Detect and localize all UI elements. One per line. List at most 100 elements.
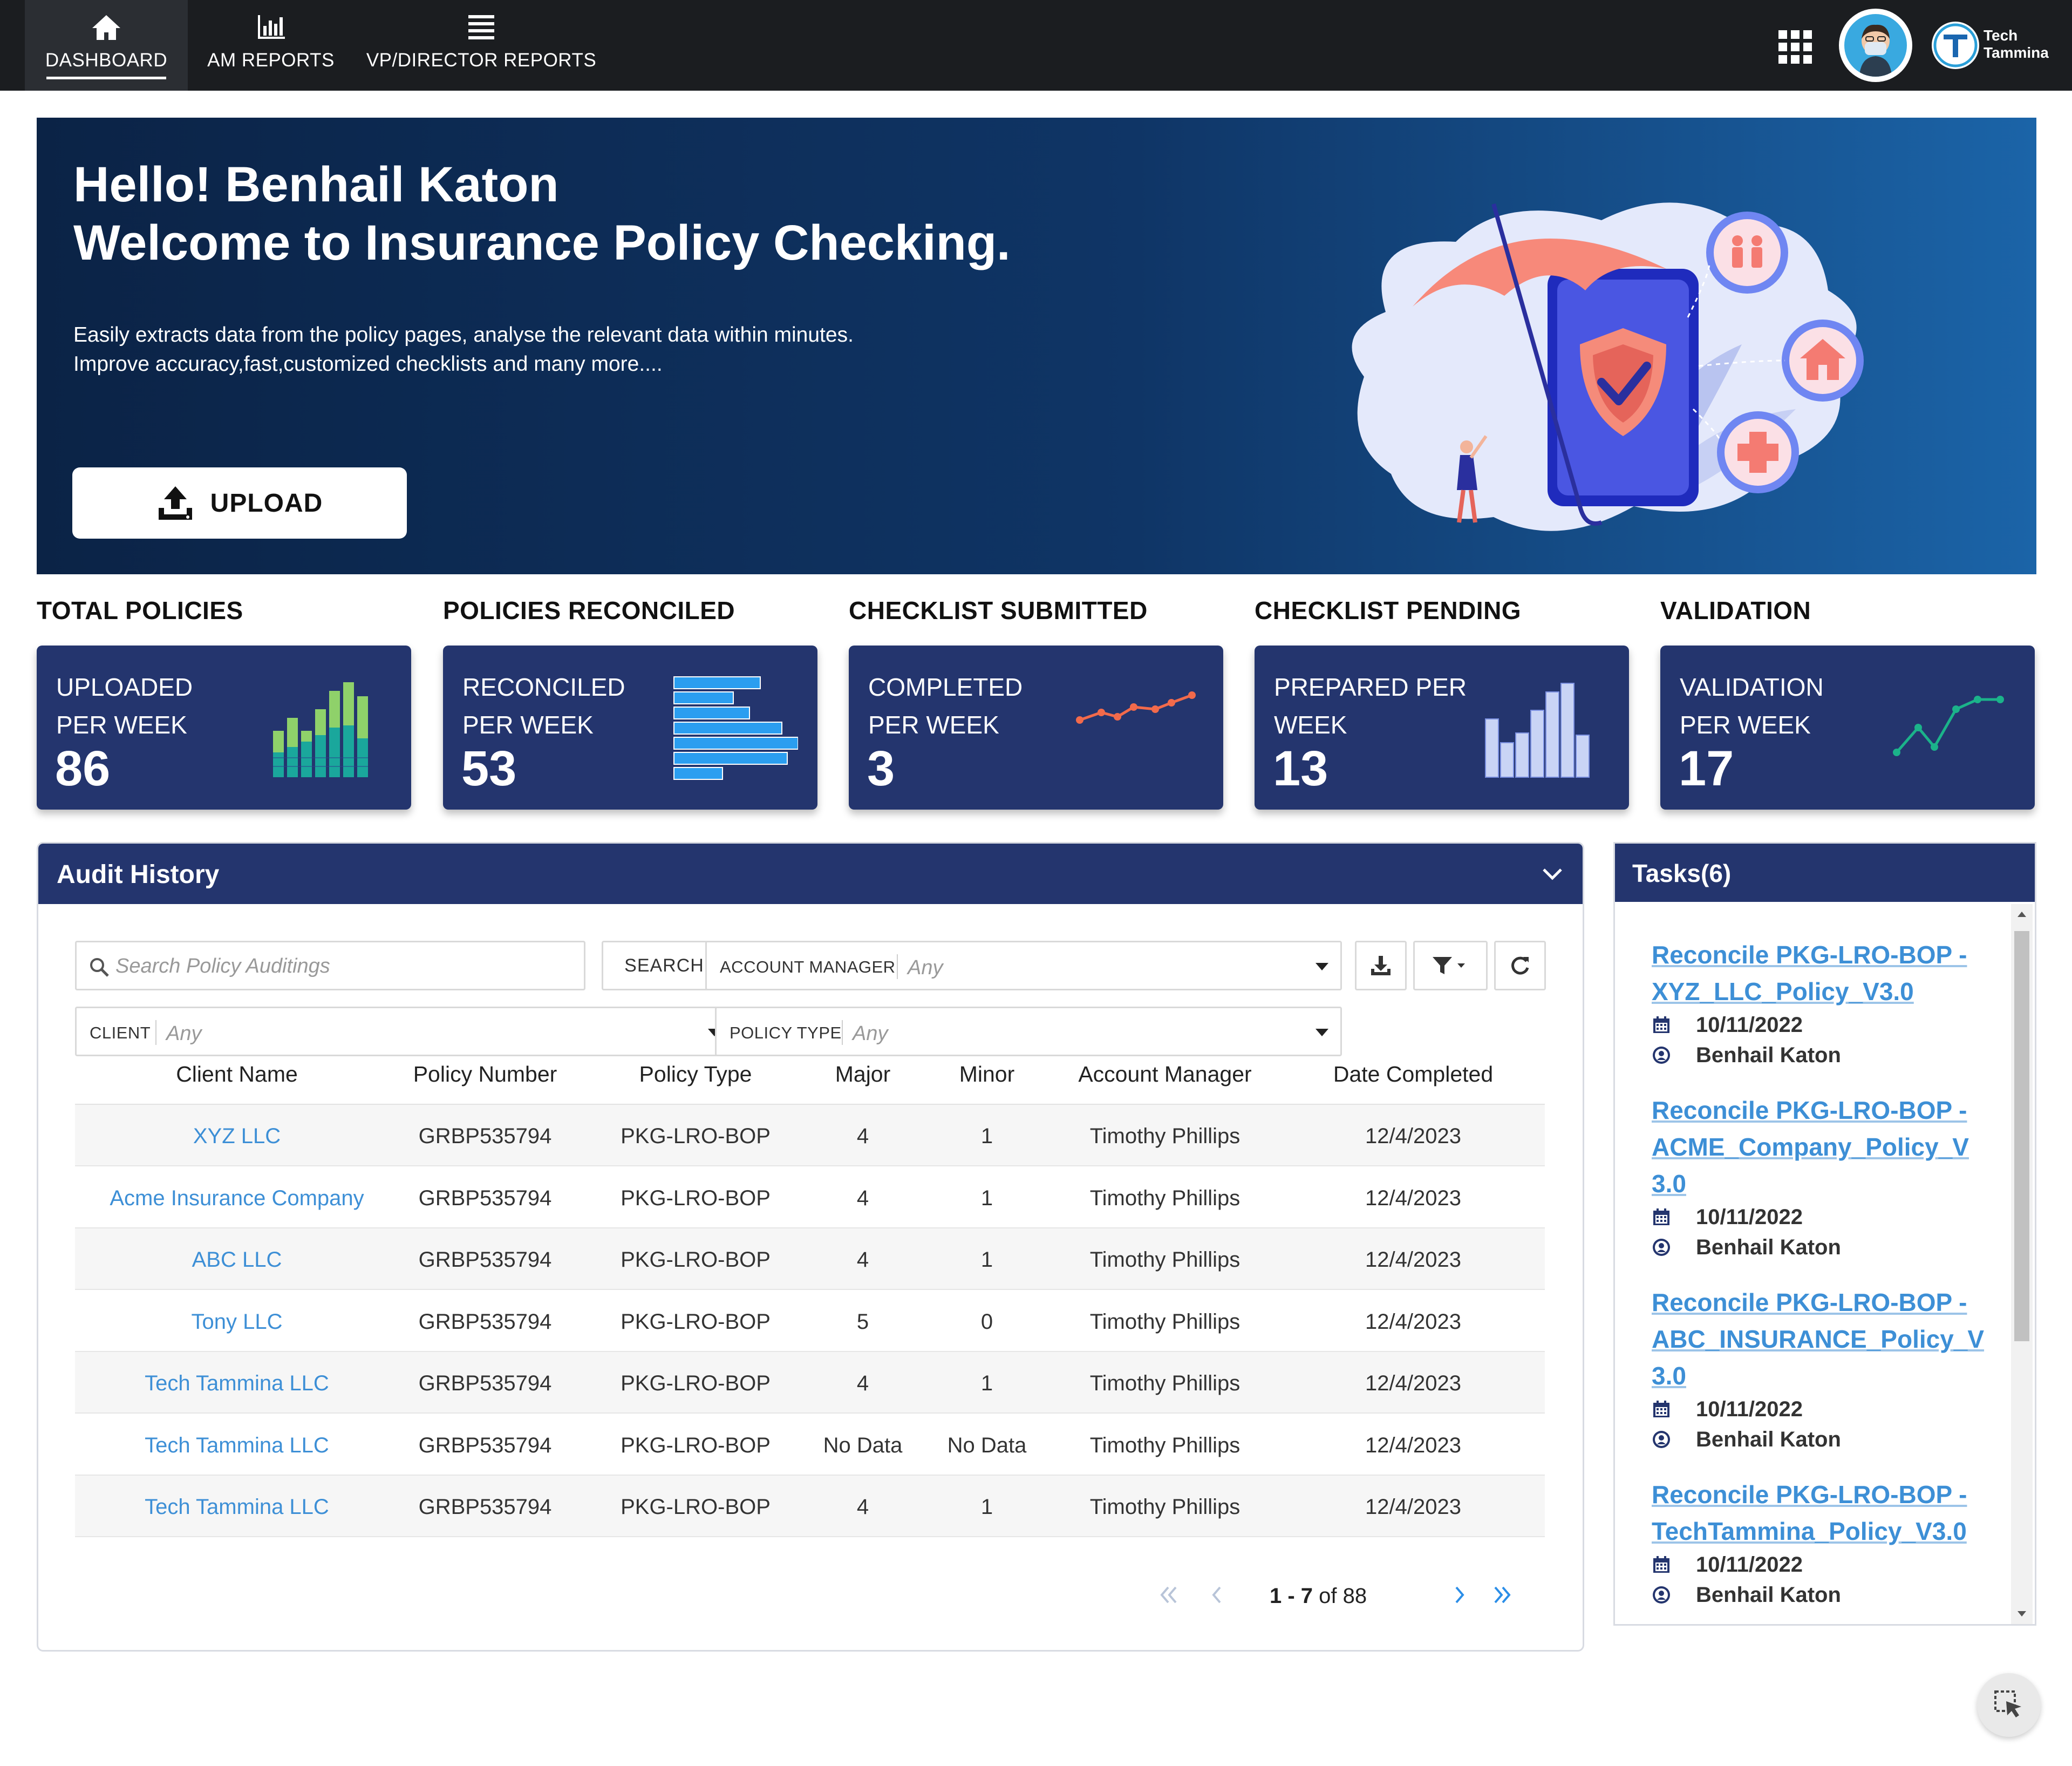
- search-policy-field[interactable]: [75, 941, 585, 990]
- table-row[interactable]: Tech Tammina LLC GRBP535794 PKG-LRO-BOP 4 1 T…: [75, 1352, 1545, 1414]
- task-date: 10/11/2022: [1696, 1397, 1803, 1421]
- tasks-panel: Tasks(6) Reconcile PKG-LRO-BOP - XYZ_LLC…: [1613, 842, 2036, 1626]
- calendar-icon: [1653, 1016, 1669, 1033]
- policy-number-cell: GRBP535794: [418, 1124, 552, 1148]
- policy-number-cell: GRBP535794: [418, 1186, 552, 1210]
- last-page-icon[interactable]: [1490, 1583, 1517, 1607]
- search-input[interactable]: [115, 950, 574, 982]
- client-name-cell[interactable]: XYZ LLC: [97, 1124, 377, 1149]
- policy-number-cell: GRBP535794: [418, 1248, 552, 1272]
- major-cell: 4: [856, 1124, 869, 1148]
- top-nav: DASHBOARD AM REPORTS VP/DIRECTOR REPORTS: [0, 0, 2072, 91]
- task-item: Reconcile PKG-LRO-BOP - TechTammina_Poli…: [1652, 1476, 1986, 1610]
- chevron-down-icon[interactable]: [1541, 862, 1564, 886]
- account-manager-value: Any: [908, 956, 943, 979]
- table-row[interactable]: Tech Tammina LLC GRBP535794 PKG-LRO-BOP 4 1 T…: [75, 1476, 1545, 1537]
- policy-type-cell: PKG-LRO-BOP: [621, 1248, 771, 1272]
- task-link[interactable]: Reconcile PKG-LRO-BOP - XYZ_LLC_Policy_V…: [1652, 936, 1986, 1010]
- task-link[interactable]: Reconcile PKG-LRO-BOP - ABC_INSURANCE_Po…: [1652, 1284, 1986, 1394]
- tasks-title: Tasks(6): [1632, 859, 1732, 887]
- account-manager-cell: Timothy Phillips: [1089, 1309, 1241, 1334]
- stat-card-prepared[interactable]: PREPARED PER WEEK 13: [1255, 646, 1629, 810]
- table-row[interactable]: Tony LLC GRBP535794 PKG-LRO-BOP 5 0 Timothy P…: [75, 1290, 1545, 1352]
- first-page-icon[interactable]: [1156, 1583, 1180, 1607]
- table-row[interactable]: Acme Insurance Company GRBP535794 PKG-LRO-…: [75, 1167, 1545, 1228]
- account-manager-cell: Timothy Phillips: [1089, 1371, 1241, 1395]
- date-completed-cell: 12/4/2023: [1365, 1248, 1461, 1272]
- stat-title-validation: VALIDATION: [1660, 596, 1811, 624]
- line-mini-chart: [1076, 691, 1196, 724]
- calendar-icon: [1653, 1208, 1669, 1225]
- nav-am-reports[interactable]: AM REPORTS: [201, 0, 341, 91]
- stat-label: RECONCILED PER WEEK: [462, 673, 625, 739]
- stat-card-completed[interactable]: COMPLETED PER WEEK 3: [849, 646, 1223, 810]
- logo-mark-icon: [1933, 23, 1978, 67]
- client-name-cell[interactable]: Tech Tammina LLC: [97, 1495, 377, 1519]
- stacked-bars-mini-chart: [273, 682, 368, 777]
- client-label: CLIENT: [90, 1023, 151, 1042]
- nav-dashboard[interactable]: DASHBOARD: [25, 0, 188, 91]
- tasks-scrollbar[interactable]: [2011, 904, 2033, 1624]
- stat-card-reconciled[interactable]: RECONCILED PER WEEK 53: [443, 646, 817, 810]
- previous-page-icon[interactable]: [1205, 1583, 1229, 1607]
- column-header[interactable]: Major: [809, 1062, 917, 1087]
- table-row[interactable]: XYZ LLC GRBP535794 PKG-LRO-BOP 4 1 Timothy Ph…: [75, 1105, 1545, 1166]
- stat-value: 86: [55, 741, 111, 796]
- scrollbar-thumb[interactable]: [2014, 931, 2029, 1341]
- task-link[interactable]: Reconcile PKG-LRO-BOP - ACME_Company_Pol…: [1652, 1092, 1986, 1202]
- user-circle-icon: [1653, 1586, 1670, 1604]
- task-user: Benhail Katon: [1696, 1043, 1841, 1067]
- scroll-up-icon[interactable]: [2018, 912, 2026, 917]
- logo-text: Tech Tammina: [1984, 27, 2049, 61]
- major-cell: 4: [856, 1248, 869, 1272]
- date-completed-cell: 12/4/2023: [1365, 1495, 1461, 1519]
- policy-type-cell: PKG-LRO-BOP: [621, 1495, 771, 1519]
- table-row[interactable]: ABC LLC GRBP535794 PKG-LRO-BOP 4 1 Timothy Ph…: [75, 1228, 1545, 1290]
- column-header[interactable]: Client Name: [140, 1062, 334, 1087]
- nav-vp-director-reports[interactable]: VP/DIRECTOR REPORTS: [363, 0, 600, 91]
- vertical-bars-mini-chart: [1485, 683, 1590, 778]
- column-header[interactable]: Policy Type: [615, 1062, 776, 1087]
- client-name-cell[interactable]: ABC LLC: [97, 1248, 377, 1272]
- client-name-cell[interactable]: Tony LLC: [97, 1310, 377, 1334]
- download-icon: [1371, 956, 1391, 975]
- welcome-banner: Hello! Benhail Katon Welcome to Insuranc…: [37, 118, 2036, 574]
- bar-chart-icon: [258, 15, 285, 39]
- download-button[interactable]: [1355, 941, 1407, 990]
- date-completed-cell: 12/4/2023: [1365, 1186, 1461, 1210]
- column-header[interactable]: Date Completed: [1316, 1062, 1510, 1087]
- user-avatar[interactable]: [1839, 9, 1912, 82]
- audit-history-title: Audit History: [57, 860, 220, 889]
- column-header[interactable]: Policy Number: [399, 1062, 571, 1087]
- stat-value: 13: [1273, 741, 1328, 796]
- task-date: 10/11/2022: [1696, 1553, 1803, 1577]
- major-cell: 4: [856, 1371, 869, 1395]
- next-page-icon[interactable]: [1448, 1583, 1471, 1607]
- scroll-down-icon[interactable]: [2018, 1611, 2026, 1616]
- home-icon: [92, 15, 120, 40]
- cursor-select-icon: [1994, 1690, 2021, 1717]
- stat-card-uploaded[interactable]: UPLOADED PER WEEK 86: [37, 646, 411, 810]
- apps-grid-icon[interactable]: [1778, 30, 1812, 64]
- major-cell: 4: [856, 1186, 869, 1210]
- client-name-cell[interactable]: Acme Insurance Company: [97, 1186, 377, 1211]
- stat-label: COMPLETED PER WEEK: [868, 673, 1023, 739]
- audit-history-header[interactable]: Audit History: [38, 844, 1583, 904]
- nav-vp-director-label: VP/DIRECTOR REPORTS: [366, 50, 597, 71]
- filter-button[interactable]: [1413, 941, 1488, 990]
- stat-title-checklist-pending: CHECKLIST PENDING: [1255, 596, 1522, 624]
- column-header[interactable]: Account Manager: [1057, 1062, 1273, 1087]
- client-name-cell[interactable]: Tech Tammina LLC: [97, 1434, 377, 1458]
- account-manager-cell: Timothy Phillips: [1089, 1495, 1241, 1519]
- account-manager-select[interactable]: ACCOUNT MANAGER Any: [705, 941, 1342, 990]
- table-row[interactable]: Tech Tammina LLC GRBP535794 PKG-LRO-BOP No …: [75, 1414, 1545, 1476]
- welcome-subtitle: Easily extracts data from the policy pag…: [73, 323, 854, 376]
- divider: [842, 1020, 843, 1045]
- column-header[interactable]: Minor: [933, 1062, 1041, 1087]
- client-name-cell[interactable]: Tech Tammina LLC: [97, 1371, 377, 1396]
- task-link[interactable]: Reconcile PKG-LRO-BOP - TechTammina_Poli…: [1652, 1476, 1986, 1550]
- upload-button[interactable]: UPLOAD: [72, 467, 407, 539]
- stat-card-validation[interactable]: VALIDATION PER WEEK 17: [1660, 646, 2035, 810]
- pointer-tool-button[interactable]: [1977, 1673, 2041, 1737]
- refresh-button[interactable]: [1494, 941, 1546, 990]
